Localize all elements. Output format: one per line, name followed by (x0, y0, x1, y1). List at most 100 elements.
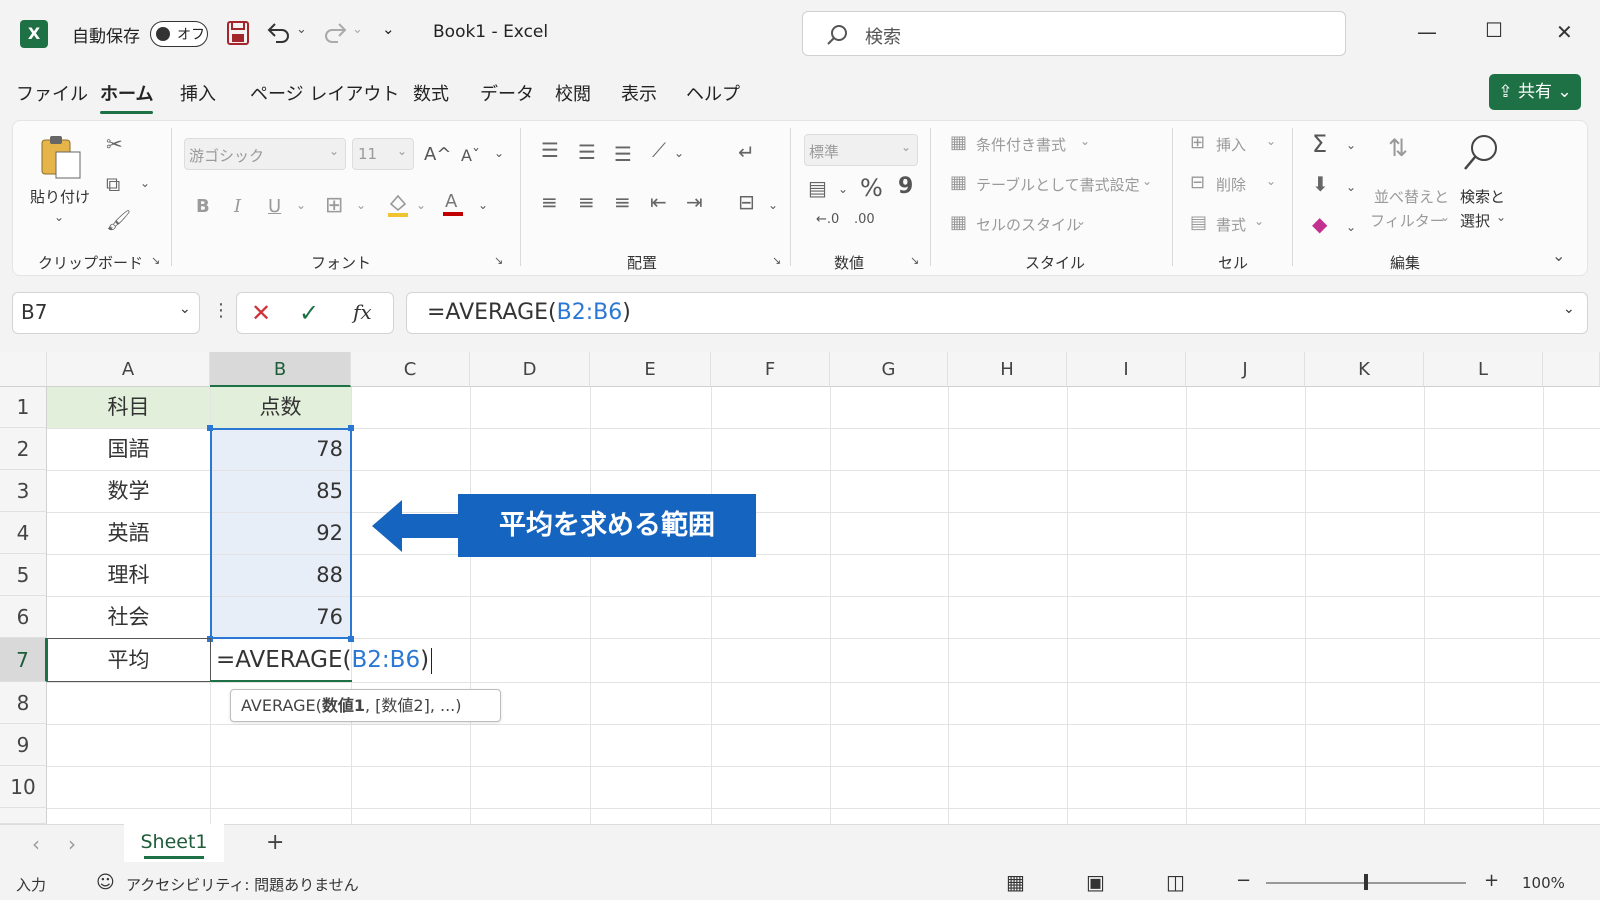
worksheet-grid[interactable]: A B C D E F G H I J K L 1 2 3 4 5 6 7 8 … (0, 352, 1600, 824)
increase-decimal-icon[interactable]: ←.0 (816, 212, 839, 227)
shrink-font-icon[interactable]: Aˇ (461, 146, 480, 165)
increase-indent-icon[interactable]: ⇥ (686, 190, 703, 214)
tab-formulas[interactable]: 数式 (413, 80, 449, 106)
grow-font-icon[interactable]: A^ (424, 144, 451, 165)
font-color-icon[interactable]: A (442, 190, 464, 218)
normal-view-icon[interactable]: ▦ (1006, 870, 1025, 894)
sheet-nav-next[interactable]: › (68, 832, 76, 856)
cell-b5[interactable]: 88 (210, 554, 343, 596)
autosum-button[interactable]: Σ (1312, 130, 1327, 158)
align-middle-icon[interactable]: ☰ (578, 140, 596, 164)
search-box[interactable]: 検索 (802, 11, 1346, 56)
cell-a4[interactable]: 英語 (47, 512, 210, 554)
copy-dropdown-icon[interactable]: ⌄ (140, 176, 150, 190)
align-center-icon[interactable]: ≡ (578, 190, 595, 214)
paste-dropdown-icon[interactable]: ⌄ (54, 210, 64, 224)
row-header-8[interactable]: 8 (0, 682, 47, 724)
column-header-c[interactable]: C (351, 352, 470, 387)
align-top-icon[interactable]: ☰ (541, 138, 559, 162)
cell-b4[interactable]: 92 (210, 512, 343, 554)
cell-b6[interactable]: 76 (210, 596, 343, 638)
clipboard-launcher-icon[interactable]: ↘ (151, 254, 160, 267)
fill-color-icon[interactable] (386, 192, 410, 218)
column-header-f[interactable]: F (711, 352, 830, 387)
sort-filter-label-2[interactable]: フィルター (1370, 210, 1445, 231)
cell-a3[interactable]: 数学 (47, 470, 210, 512)
paste-label[interactable]: 貼り付け (30, 186, 90, 207)
zoom-slider-thumb[interactable] (1364, 874, 1368, 890)
autosave-toggle[interactable]: オフ (150, 21, 208, 47)
fill-icon[interactable]: ⬇ (1312, 172, 1329, 196)
share-button[interactable]: ⇪ 共有 ⌄ (1489, 74, 1581, 110)
column-header-k[interactable]: K (1305, 352, 1424, 387)
font-size-select[interactable]: 11 ⌄ (352, 138, 414, 170)
column-header-j[interactable]: J (1186, 352, 1305, 387)
cell-a7[interactable]: 平均 (47, 638, 210, 682)
insert-cells-button[interactable]: 挿入 (1216, 134, 1246, 155)
borders-dropdown-icon[interactable]: ⌄ (356, 198, 366, 212)
cell-styles-button[interactable]: セルのスタイル (976, 214, 1081, 235)
row-header-4[interactable]: 4 (0, 512, 47, 554)
merge-dropdown-icon[interactable]: ⌄ (768, 198, 778, 212)
tab-file[interactable]: ファイル (16, 80, 88, 106)
find-select-icon[interactable] (1460, 132, 1502, 174)
column-header-d[interactable]: D (470, 352, 590, 387)
select-all-corner[interactable] (0, 352, 47, 387)
align-left-icon[interactable]: ≡ (541, 190, 558, 214)
row-header-7[interactable]: 7 (0, 638, 47, 682)
sort-filter-label-1[interactable]: 並べ替えと (1374, 186, 1449, 207)
undo-dropdown-icon[interactable]: ⌄ (296, 22, 307, 37)
redo-dropdown-icon[interactable]: ⌄ (352, 22, 363, 37)
tab-help[interactable]: ヘルプ (686, 80, 740, 106)
row-header-3[interactable]: 3 (0, 470, 47, 512)
delete-cells-button[interactable]: 削除 (1216, 174, 1246, 195)
column-header-g[interactable]: G (830, 352, 948, 387)
find-select-label-2[interactable]: 選択 (1460, 210, 1490, 231)
undo-icon[interactable] (266, 20, 292, 44)
decrease-indent-icon[interactable]: ⇤ (650, 190, 667, 214)
accounting-dropdown-icon[interactable]: ⌄ (838, 182, 848, 196)
underline-dropdown-icon[interactable]: ⌄ (296, 198, 306, 212)
column-header-l[interactable]: L (1424, 352, 1543, 387)
cell-a1[interactable]: 科目 (47, 387, 210, 428)
sheet-nav-prev[interactable]: ‹ (32, 832, 40, 856)
accounting-format-icon[interactable]: ▤ (808, 176, 827, 200)
conditional-format-button[interactable]: 条件付き書式 (976, 134, 1066, 155)
number-launcher-icon[interactable]: ↘ (910, 254, 919, 267)
clear-dropdown-icon[interactable]: ⌄ (1346, 220, 1356, 234)
fill-dropdown-icon[interactable]: ⌄ (1346, 180, 1356, 194)
zoom-in-button[interactable]: + (1484, 870, 1499, 891)
cut-icon[interactable]: ✂ (106, 132, 123, 156)
find-select-label-1[interactable]: 検索と (1460, 186, 1505, 207)
row-header-5[interactable]: 5 (0, 554, 47, 596)
tab-home[interactable]: ホーム (100, 80, 154, 114)
italic-button[interactable]: I (234, 196, 241, 217)
cell-b2[interactable]: 78 (210, 428, 343, 470)
cell-b3[interactable]: 85 (210, 470, 343, 512)
name-box[interactable]: B7 ⌄ (12, 292, 200, 334)
fill-color-dropdown-icon[interactable]: ⌄ (416, 198, 426, 212)
font-name-select[interactable]: 游ゴシック ⌄ (184, 138, 346, 170)
row-header-2[interactable]: 2 (0, 428, 47, 470)
cell-a5[interactable]: 理科 (47, 554, 210, 596)
align-bottom-icon[interactable]: ☰ (614, 142, 632, 166)
copy-icon[interactable]: ⧉ (106, 172, 120, 196)
column-header-h[interactable]: H (948, 352, 1067, 387)
save-icon[interactable] (226, 20, 250, 46)
add-sheet-button[interactable]: + (266, 830, 284, 855)
accessibility-icon[interactable]: ☺ (96, 872, 115, 893)
align-right-icon[interactable]: ≡ (614, 190, 631, 214)
page-layout-view-icon[interactable]: ▣ (1086, 870, 1105, 894)
customize-qat-icon[interactable]: ⌄ (382, 20, 395, 38)
cell-a6[interactable]: 社会 (47, 596, 210, 638)
tab-page-layout[interactable]: ページ レイアウト (250, 80, 399, 106)
insert-function-button[interactable]: fx (353, 300, 372, 324)
underline-button[interactable]: U (268, 196, 281, 217)
column-header-i[interactable]: I (1067, 352, 1186, 387)
orientation-icon[interactable]: ⟋ (652, 138, 666, 162)
font-more-icon[interactable]: ⌄ (494, 146, 504, 160)
tab-view[interactable]: 表示 (621, 80, 657, 106)
comma-style-button[interactable]: 9 (898, 174, 913, 199)
column-header-a[interactable]: A (47, 352, 210, 387)
orientation-dropdown-icon[interactable]: ⌄ (674, 146, 684, 160)
